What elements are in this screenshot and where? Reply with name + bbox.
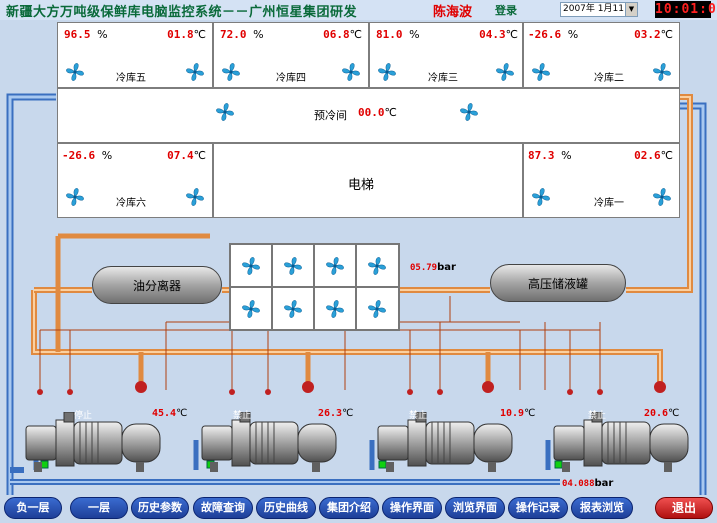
temperature-value: 04.3 [479,28,506,41]
fan-icon [530,61,552,83]
nav-operation-screen[interactable]: 操作界面 [382,497,442,519]
compressor-status: 禁止 [409,411,428,421]
compressor-temp: 26.3 [318,408,343,419]
app-title: 新疆大方万吨级保鲜库电脑监控系统－－广州恒星集团研发 [6,5,358,20]
nav-first-floor[interactable]: 一层 [70,497,128,519]
humidity-value: 96.5 [64,28,91,41]
fan-icon [651,61,673,83]
room-name: 冷库六 [116,198,146,209]
nav-history-curve[interactable]: 历史曲线 [256,497,316,519]
cold-room-6[interactable]: -26.6 % 07.4℃ 冷库六 [57,143,213,218]
room-name: 预冷间 [314,109,347,122]
fan-icon [324,255,346,277]
receiver-label: 高压储液罐 [527,277,588,291]
compressor-graphic [200,412,340,474]
fan-icon [64,186,86,208]
temperature-value: 01.8 [167,28,194,41]
oil-separator[interactable]: 油分离器 [92,266,222,304]
cold-room-1[interactable]: 87.3 % 02.6℃ 冷库一 [523,143,680,218]
exit-button[interactable]: 退出 [655,497,713,519]
elevator-area: 电梯 [213,143,523,218]
compressor-3[interactable]: 禁止 10.9℃ [376,408,535,474]
cold-room-3[interactable]: 81.0 % 04.3℃ 冷库三 [369,22,523,88]
temperature-value: 00.0 [358,106,385,119]
high-pressure-reading: 05.79bar [410,262,456,273]
fan-icon [366,255,388,277]
fan-icon [458,101,480,123]
date-picker[interactable]: 2007年 1月11日 ▼ [560,2,638,17]
temperature-value: 02.6 [634,149,661,162]
room-name: 冷库三 [428,73,458,84]
fan-icon [240,255,262,277]
nav-basement-floor[interactable]: 负一层 [4,497,62,519]
cold-room-4[interactable]: 72.0 % 06.8℃ 冷库四 [213,22,369,88]
fan-icon [282,298,304,320]
temperature-value: 07.4 [167,149,194,162]
compressor-graphic [376,412,516,474]
humidity-value: 87.3 [528,149,555,162]
compressor-1[interactable]: 停止 45.4℃ [24,408,187,474]
compressor-4[interactable]: 禁止 20.6℃ [552,408,692,474]
nav-browse-screen[interactable]: 浏览界面 [445,497,505,519]
fan-icon [214,101,236,123]
fan-icon [184,61,206,83]
condenser-fans [229,243,400,331]
fan-icon [282,255,304,277]
nav-group-intro[interactable]: 集团介绍 [319,497,379,519]
compressor-status: 禁止 [233,411,252,421]
compressor-graphic [24,412,164,474]
low-pressure-reading: 04.088bar [562,478,614,489]
room-name: 冷库四 [276,73,306,84]
humidity-value: 81.0 [376,28,403,41]
compressor-temp: 20.6 [644,408,669,419]
room-name: 冷库一 [594,198,624,209]
compressor-2[interactable]: 禁止 26.3℃ [200,408,353,474]
humidity-value: 72.0 [220,28,247,41]
fan-icon [494,61,516,83]
cold-room-2[interactable]: -26.6 % 03.2℃ 冷库二 [523,22,680,88]
room-name: 冷库五 [116,73,146,84]
clock-display: 10:01:07 [655,1,717,18]
compressor-status: 禁止 [588,411,607,421]
cold-room-5[interactable]: 96.5 % 01.8℃ 冷库五 [57,22,213,88]
high-pressure-receiver[interactable]: 高压储液罐 [490,264,626,302]
nav-fault-query[interactable]: 故障查询 [193,497,253,519]
compressor-graphic [552,412,692,474]
precool-room[interactable]: 预冷间 00.0℃ [57,88,680,143]
fan-icon [184,186,206,208]
nav-report-browse[interactable]: 报表浏览 [571,497,633,519]
humidity-value: -26.6 [62,149,96,162]
fan-icon [651,186,673,208]
fan-icon [376,61,398,83]
fan-icon [220,61,242,83]
nav-history-params[interactable]: 历史参数 [131,497,189,519]
fan-icon [340,61,362,83]
temperature-value: 03.2 [634,28,661,41]
fan-icon [530,186,552,208]
fan-icon [240,298,262,320]
compressor-temp: 45.4 [152,408,177,419]
date-value: 2007年 1月11日 [563,4,633,14]
nav-operation-log[interactable]: 操作记录 [508,497,568,519]
temperature-value: 06.8 [323,28,350,41]
chevron-down-icon[interactable]: ▼ [625,3,637,16]
screen: 新疆大方万吨级保鲜库电脑监控系统－－广州恒星集团研发 陈海波 登录 2007年 … [0,0,717,523]
oil-separator-label: 油分离器 [132,279,181,293]
room-name: 冷库二 [594,73,624,84]
operator-name: 陈海波 [433,5,473,20]
fan-icon [64,61,86,83]
title-bar: 新疆大方万吨级保鲜库电脑监控系统－－广州恒星集团研发 陈海波 登录 2007年 … [0,0,717,20]
fan-icon [366,298,388,320]
compressor-temp: 10.9 [500,408,525,419]
humidity-value: -26.6 [528,28,562,41]
fan-icon [324,298,346,320]
elevator-label: 电梯 [348,178,375,193]
compressor-status: 停止 [74,411,93,421]
login-link[interactable]: 登录 [495,2,517,18]
